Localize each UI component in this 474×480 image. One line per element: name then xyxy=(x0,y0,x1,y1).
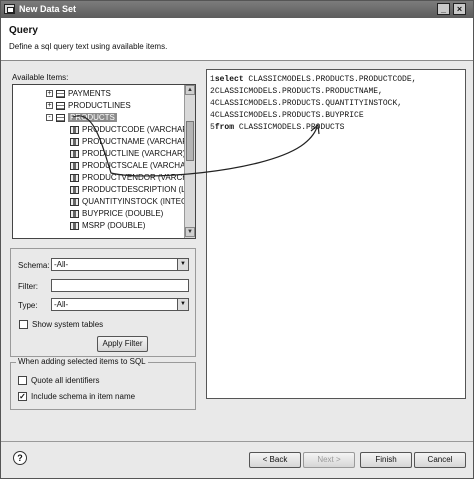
expand-icon[interactable]: + xyxy=(46,102,53,110)
sql-options-group: When adding selected items to SQL Quote … xyxy=(10,357,196,410)
title-bar: New Data Set _ × xyxy=(1,1,473,18)
show-system-tables-checkbox[interactable] xyxy=(19,320,28,329)
tree-column-item[interactable]: PRODUCTCODE (VARCHAR) xyxy=(70,124,191,135)
expand-icon[interactable]: + xyxy=(46,90,53,98)
apply-filter-button[interactable]: Apply Filter xyxy=(97,336,148,352)
back-button[interactable]: < Back xyxy=(249,452,301,468)
scroll-down-icon[interactable]: ▼ xyxy=(185,227,195,237)
code-line: 2CLASSICMODELS.PRODUCTS.PRODUCTNAME, xyxy=(210,87,383,96)
tree-column-item[interactable]: PRODUCTVENDOR (VARCHAR) xyxy=(70,172,195,183)
tree-table-productlines[interactable]: + PRODUCTLINES xyxy=(46,100,131,111)
column-icon xyxy=(70,173,79,182)
window-icon xyxy=(4,4,15,14)
type-select[interactable]: -All- ▼ xyxy=(51,298,189,311)
filter-label: Filter: xyxy=(18,282,38,291)
show-system-tables-label: Show system tables xyxy=(32,320,104,329)
tree-column-item[interactable]: PRODUCTDESCRIPTION (LONGVARCHAR) xyxy=(70,184,195,195)
filter-group: Schema: -All- ▼ Filter: Type: -All- ▼ Sh… xyxy=(10,248,196,357)
code-line: 5from CLASSICMODELS.PRODUCTS xyxy=(210,123,345,132)
code-line: 4CLASSICMODELS.PRODUCTS.BUYPRICE xyxy=(210,111,364,120)
tree-vertical-scrollbar[interactable]: ▲ ▼ xyxy=(184,85,195,238)
tree-table-payments[interactable]: + PAYMENTS xyxy=(46,88,111,99)
code-line: 4CLASSICMODELS.PRODUCTS.QUANTITYINSTOCK, xyxy=(210,99,403,108)
type-label: Type: xyxy=(18,301,38,310)
next-button[interactable]: Next > xyxy=(303,452,355,468)
close-icon[interactable]: × xyxy=(453,3,466,15)
cancel-button[interactable]: Cancel xyxy=(414,452,466,468)
wizard-header: Query Define a sql query text using avai… xyxy=(1,18,473,61)
sql-options-title: When adding selected items to SQL xyxy=(16,357,148,366)
column-icon xyxy=(70,197,79,206)
chevron-down-icon[interactable]: ▼ xyxy=(177,299,188,310)
finish-button[interactable]: Finish xyxy=(360,452,412,468)
tree-column-item[interactable]: QUANTITYINSTOCK (INTEGER) xyxy=(70,196,195,207)
filter-input[interactable] xyxy=(51,279,189,292)
schema-label: Schema: xyxy=(18,261,50,270)
column-icon xyxy=(70,221,79,230)
scroll-thumb[interactable] xyxy=(186,121,194,161)
schema-select[interactable]: -All- ▼ xyxy=(51,258,189,271)
chevron-down-icon[interactable]: ▼ xyxy=(177,259,188,270)
quote-identifiers-label: Quote all identifiers xyxy=(31,376,100,385)
column-icon xyxy=(70,137,79,146)
button-bar-separator xyxy=(1,441,473,442)
window-title: New Data Set xyxy=(19,4,77,14)
column-icon xyxy=(70,125,79,134)
include-schema-label: Include schema in item name xyxy=(31,392,136,401)
table-icon xyxy=(56,89,65,98)
column-icon xyxy=(70,185,79,194)
column-icon xyxy=(70,149,79,158)
collapse-icon[interactable]: - xyxy=(46,114,53,122)
code-line: 1select CLASSICMODELS.PRODUCTS.PRODUCTCO… xyxy=(210,75,417,84)
scroll-up-icon[interactable]: ▲ xyxy=(185,85,195,95)
column-icon xyxy=(70,161,79,170)
available-items-label: Available Items: xyxy=(12,73,69,82)
tree-column-item[interactable]: MSRP (DOUBLE) xyxy=(70,220,145,231)
available-items-tree[interactable]: + PAYMENTS + PRODUCTLINES - PRODUCTS PRODUC… xyxy=(12,84,196,239)
include-schema-checkbox[interactable]: ✓ xyxy=(18,392,27,401)
help-icon[interactable]: ? xyxy=(13,451,27,465)
table-icon xyxy=(56,101,65,110)
tree-column-item[interactable]: PRODUCTNAME (VARCHAR) xyxy=(70,136,191,147)
tree-column-item[interactable]: BUYPRICE (DOUBLE) xyxy=(70,208,163,219)
tree-table-products[interactable]: - PRODUCTS xyxy=(46,112,117,123)
tree-column-item[interactable]: PRODUCTLINE (VARCHAR) xyxy=(70,148,185,159)
new-data-set-window: New Data Set _ × Query Define a sql quer… xyxy=(0,0,474,479)
page-description: Define a sql query text using available … xyxy=(9,42,168,51)
column-icon xyxy=(70,209,79,218)
page-title: Query xyxy=(9,25,38,36)
minimize-icon[interactable]: _ xyxy=(437,3,450,15)
tree-column-item[interactable]: PRODUCTSCALE (VARCHAR) xyxy=(70,160,194,171)
sql-editor[interactable]: 1select CLASSICMODELS.PRODUCTS.PRODUCTCO… xyxy=(206,69,466,399)
table-icon xyxy=(56,113,65,122)
quote-identifiers-checkbox[interactable] xyxy=(18,376,27,385)
